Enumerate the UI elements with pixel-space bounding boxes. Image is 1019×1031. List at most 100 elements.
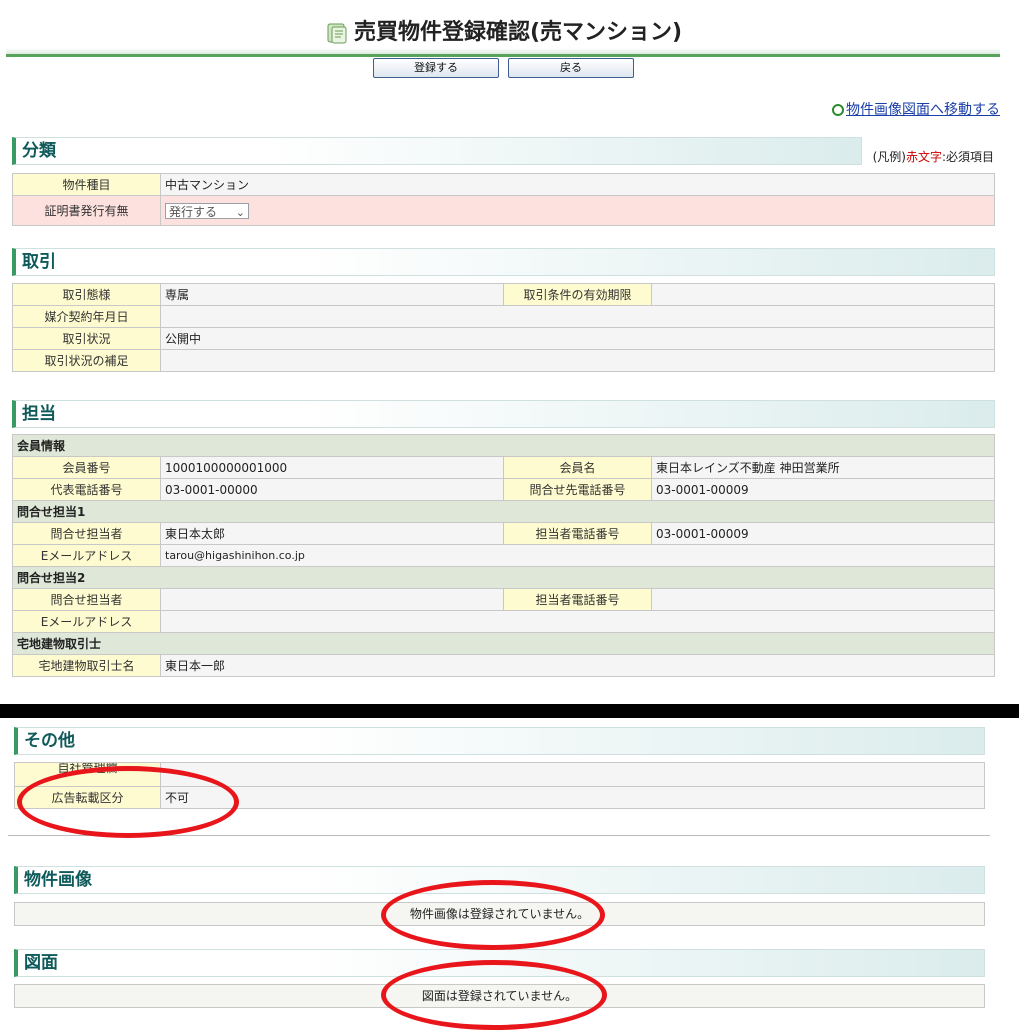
legend-suffix: :必須項目 xyxy=(941,150,994,164)
page-header: 売買物件登録確認(売マンション) xyxy=(6,8,1000,57)
inquiry-phone-value: 03-0001-00009 xyxy=(651,478,995,501)
contact2-heading: 問合せ担当2 xyxy=(12,566,995,589)
expiry-value xyxy=(651,283,995,306)
sonota-row1-label: 自社管理欄 xyxy=(14,762,161,787)
mode-label: 取引態様 xyxy=(12,283,161,306)
table-row: 取引態様 専属 取引条件の有効期限 xyxy=(12,283,995,306)
tanto-table: 会員情報 会員番号 1000100000001000 会員名 東日本レインズ不動… xyxy=(12,434,995,677)
certificate-cell: 発行する ⌄ xyxy=(160,195,995,226)
table-row: 宅地建物取引士名 東日本一郎 xyxy=(12,654,995,677)
torihiki-table: 取引態様 専属 取引条件の有効期限 媒介契約年月日 取引状況 公開中 取引状況の… xyxy=(12,283,995,372)
member-no-value: 1000100000001000 xyxy=(160,456,504,479)
table-row: 証明書発行有無 発行する ⌄ xyxy=(12,195,995,226)
bunrui-table: 物件種目 中古マンション 証明書発行有無 発行する ⌄ xyxy=(12,173,995,226)
expiry-label: 取引条件の有効期限 xyxy=(503,283,652,306)
certificate-label: 証明書発行有無 xyxy=(12,195,161,226)
book-icon xyxy=(324,21,350,45)
section-header-tanto: 担当 xyxy=(12,400,995,428)
status-note-value xyxy=(160,349,995,372)
member-name-label: 会員名 xyxy=(503,456,652,479)
status-label: 取引状況 xyxy=(12,327,161,350)
property-type-value: 中古マンション xyxy=(160,173,995,196)
table-row: Eメールアドレス tarou@higashinihon.co.jp xyxy=(12,544,995,567)
contact2-phone-value xyxy=(651,588,995,611)
ad-value: 不可 xyxy=(160,786,985,809)
contact1-phone-value: 03-0001-00009 xyxy=(651,522,995,545)
table-row: 問合せ担当者 担当者電話番号 xyxy=(12,588,995,611)
rep-phone-label: 代表電話番号 xyxy=(12,478,161,501)
contact2-email-value xyxy=(160,610,995,633)
contract-date-label: 媒介契約年月日 xyxy=(12,305,161,328)
section-title: 物件画像 xyxy=(24,870,92,890)
table-row: 自社管理欄 xyxy=(14,762,985,787)
legend-red-text: 赤文字 xyxy=(905,150,942,164)
certificate-select-value: 発行する xyxy=(169,204,218,219)
page-title-wrap: 売買物件登録確認(売マンション) xyxy=(6,14,1000,46)
contact1-person-value: 東日本太郎 xyxy=(160,522,504,545)
section-header-sonota: その他 xyxy=(14,727,985,755)
broker-heading: 宅地建物取引士 xyxy=(12,632,995,655)
section-header-torihiki: 取引 xyxy=(12,248,995,276)
section-title: その他 xyxy=(24,731,75,751)
contact2-person-value xyxy=(160,588,504,611)
page-title: 売買物件登録確認(売マンション) xyxy=(353,20,683,45)
table-row: 広告転載区分 不可 xyxy=(14,786,985,809)
property-type-label: 物件種目 xyxy=(12,173,161,196)
section-title: 担当 xyxy=(22,404,56,424)
sonota-row1-label-text: 自社管理欄 xyxy=(57,762,118,775)
table-row: 媒介契約年月日 xyxy=(12,305,995,328)
contact1-phone-label: 担当者電話番号 xyxy=(503,522,652,545)
table-row: 会員番号 1000100000001000 会員名 東日本レインズ不動産 神田営… xyxy=(12,456,995,479)
member-no-label: 会員番号 xyxy=(12,456,161,479)
table-row: 代表電話番号 03-0001-00000 問合せ先電話番号 03-0001-00… xyxy=(12,478,995,501)
chevron-down-icon: ⌄ xyxy=(235,205,245,219)
contact2-person-label: 問合せ担当者 xyxy=(12,588,161,611)
back-button[interactable]: 戻る xyxy=(508,58,634,78)
image-link[interactable]: 物件画像図面へ移動する xyxy=(832,99,1000,119)
section-header-bunrui: 分類 xyxy=(12,137,862,165)
rep-phone-value: 03-0001-00000 xyxy=(160,478,504,501)
table-row: 取引状況 公開中 xyxy=(12,327,995,350)
black-divider xyxy=(0,704,1019,718)
status-note-label: 取引状況の補足 xyxy=(12,349,161,372)
sonota-row1-value xyxy=(160,762,985,787)
section-title: 図面 xyxy=(24,953,58,973)
image-link-label: 物件画像図面へ移動する xyxy=(846,102,1000,118)
sonota-table: 自社管理欄 広告転載区分 不可 xyxy=(14,762,985,809)
inquiry-phone-label: 問合せ先電話番号 xyxy=(503,478,652,501)
required-legend: (凡例)赤文字:必須項目 xyxy=(873,148,994,165)
section-header-images: 物件画像 xyxy=(14,866,985,894)
contact2-phone-label: 担当者電話番号 xyxy=(503,588,652,611)
contact1-person-label: 問合せ担当者 xyxy=(12,522,161,545)
zumen-message: 図面は登録されていません。 xyxy=(14,984,985,1008)
section-header-zumen: 図面 xyxy=(14,949,985,977)
ad-label: 広告転載区分 xyxy=(14,786,161,809)
table-row: 取引状況の補足 xyxy=(12,349,995,372)
table-row: 宅地建物取引士 xyxy=(12,632,995,655)
contract-date-value xyxy=(160,305,995,328)
member-info-heading: 会員情報 xyxy=(12,434,995,457)
contact1-email-value: tarou@higashinihon.co.jp xyxy=(160,544,995,567)
mode-value: 専属 xyxy=(160,283,504,306)
table-row: 問合せ担当2 xyxy=(12,566,995,589)
images-message: 物件画像は登録されていません。 xyxy=(14,902,985,926)
bullet-icon xyxy=(832,104,844,116)
table-row: 問合せ担当1 xyxy=(12,500,995,523)
register-button[interactable]: 登録する xyxy=(373,58,499,78)
horizontal-rule xyxy=(8,835,990,836)
broker-name-label: 宅地建物取引士名 xyxy=(12,654,161,677)
legend-prefix: (凡例) xyxy=(872,150,906,164)
table-row: 物件種目 中古マンション xyxy=(12,173,995,196)
contact1-email-label: Eメールアドレス xyxy=(12,544,161,567)
table-row: Eメールアドレス xyxy=(12,610,995,633)
contact2-email-label: Eメールアドレス xyxy=(12,610,161,633)
section-title: 取引 xyxy=(22,252,56,272)
broker-name-value: 東日本一郎 xyxy=(160,654,995,677)
certificate-select[interactable]: 発行する ⌄ xyxy=(165,202,249,219)
contact1-heading: 問合せ担当1 xyxy=(12,500,995,523)
section-title: 分類 xyxy=(22,141,56,161)
member-name-value: 東日本レインズ不動産 神田営業所 xyxy=(651,456,995,479)
table-row: 問合せ担当者 東日本太郎 担当者電話番号 03-0001-00009 xyxy=(12,522,995,545)
table-row: 会員情報 xyxy=(12,434,995,457)
status-value: 公開中 xyxy=(160,327,995,350)
